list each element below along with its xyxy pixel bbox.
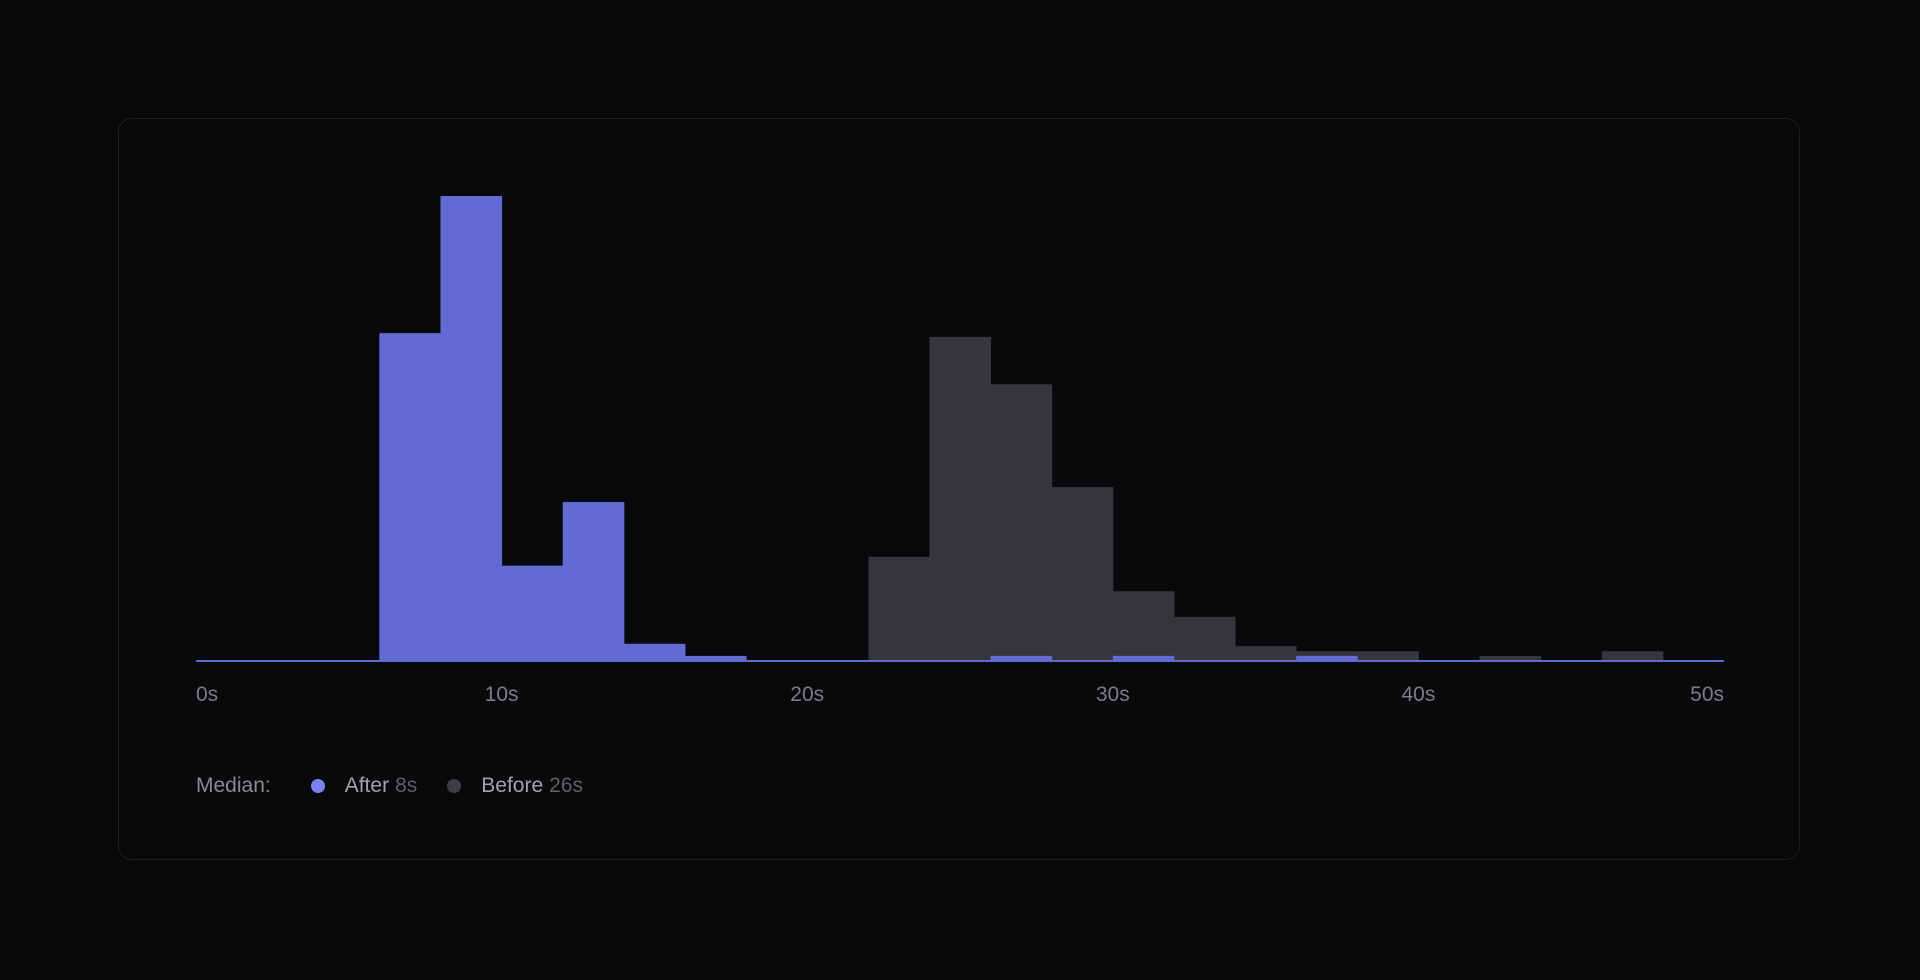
x-tick-label: 40s <box>1401 683 1435 706</box>
legend-item-after: After 8s <box>310 774 418 798</box>
after-bar <box>501 565 564 661</box>
legend-label-before: Before <box>481 774 544 797</box>
before-bar <box>1051 487 1114 661</box>
before-bar <box>1601 651 1664 661</box>
legend: Median: After 8s Before 26s <box>196 772 613 800</box>
before-bar <box>1173 616 1236 661</box>
after-dot-icon <box>310 779 325 793</box>
before-bar <box>1357 651 1419 661</box>
before-dot-icon <box>447 779 462 793</box>
legend-title: Median: <box>196 774 271 797</box>
after-bar <box>623 643 686 661</box>
legend-label-after: After <box>344 774 390 797</box>
x-tick-label: 10s <box>485 683 519 706</box>
x-tick-label: 20s <box>790 683 824 706</box>
before-bar <box>868 556 930 661</box>
histogram-chart: 0s 10s 20s 30s 40s 50s <box>196 196 1724 706</box>
x-tick-label: 0s <box>196 683 218 706</box>
legend-item-before: Before 26s <box>447 774 583 798</box>
before-bar <box>990 384 1053 661</box>
after-bar <box>440 196 503 661</box>
x-tick-label: 50s <box>1690 683 1724 706</box>
after-bar <box>379 333 441 661</box>
legend-value-before: 26s <box>549 774 583 797</box>
x-tick-label: 30s <box>1096 683 1130 706</box>
after-bar <box>562 501 625 661</box>
legend-value-after: 8s <box>395 774 418 797</box>
before-bar <box>1235 646 1297 661</box>
before-bar <box>929 336 992 661</box>
before-bar <box>1112 591 1175 661</box>
